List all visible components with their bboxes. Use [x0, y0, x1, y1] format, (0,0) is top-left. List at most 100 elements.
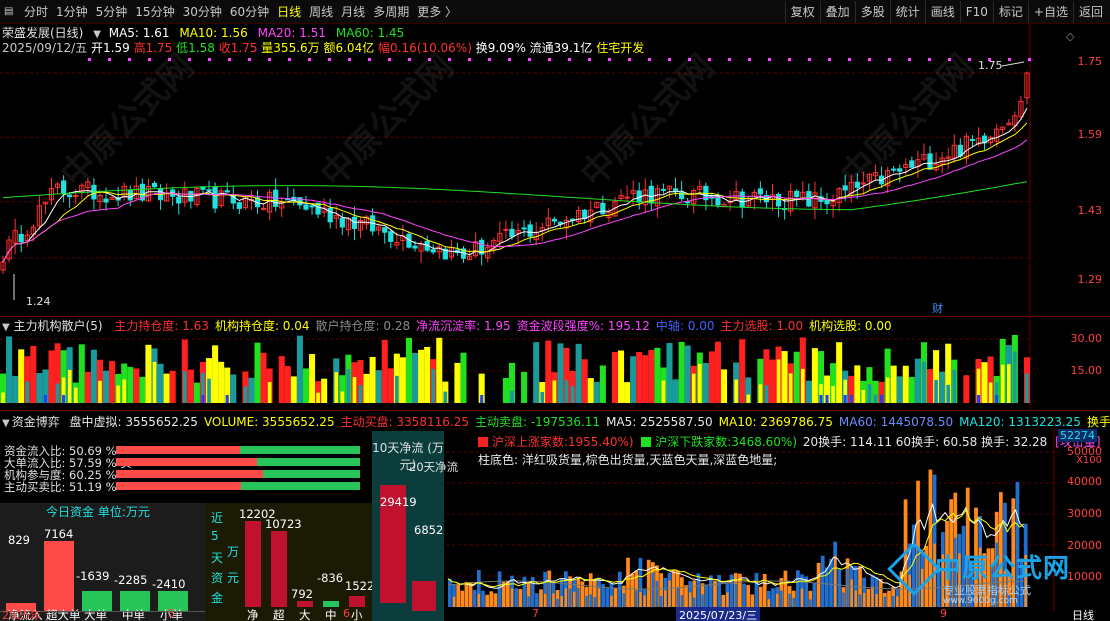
five-day-unit-char: 万	[227, 545, 240, 559]
dropdown-arrow-icon[interactable]: ▼	[93, 29, 101, 40]
signal-dot	[288, 58, 291, 61]
toolbar-button[interactable]: 复权	[784, 1, 820, 23]
volume-bar	[535, 593, 539, 607]
toolbar-button[interactable]: 多股	[854, 1, 890, 23]
toolbar-button[interactable]: 画线	[924, 1, 960, 23]
indicator-small-bar	[976, 395, 981, 403]
indicator-small-bar	[995, 395, 999, 403]
volume-bar	[887, 590, 891, 607]
volume-inner-bar	[643, 595, 646, 607]
quote-high: 高1.75	[133, 41, 173, 55]
site-logo: 中原公式网 专业股票指标公式 www.9000g.com	[887, 542, 1107, 608]
period-tab[interactable]: 周线	[305, 0, 337, 24]
candle-body	[73, 195, 79, 198]
candle-body	[527, 224, 533, 237]
period-tab[interactable]: 1分钟	[52, 0, 92, 24]
volume-bar	[758, 586, 763, 607]
period-tab[interactable]: 60分钟	[226, 0, 273, 24]
indicator-inner-bar	[1025, 373, 1029, 403]
period-tab[interactable]: 月线	[337, 0, 369, 24]
indicator-inner-bar	[443, 391, 448, 403]
volume-inner-bar	[676, 587, 679, 607]
right-toolbar-buttons: 复权 叠加 多股 统计 画线 F10 标记 +自选 返回	[784, 0, 1108, 24]
indicator-bar	[387, 368, 394, 403]
signal-dot	[388, 58, 391, 61]
volume-bar	[481, 590, 485, 607]
market-up: 沪深上涨家数:1955.40%)	[491, 435, 634, 449]
volume-inner-bar	[577, 587, 580, 607]
toolbar-button[interactable]: 返回	[1072, 1, 1108, 23]
hs-label: 换手: 32.28	[981, 435, 1048, 449]
high-marker-line	[1001, 61, 1025, 67]
indicator-inner-bar	[310, 384, 314, 403]
indicator-bar	[48, 350, 55, 403]
indicator-inner-bar	[182, 370, 187, 403]
indicator-bar	[30, 345, 37, 403]
candle-body	[351, 216, 358, 229]
period-tab[interactable]: 多周期	[369, 0, 413, 24]
layout-icon[interactable]: ▤	[4, 6, 16, 18]
signal-dot	[728, 58, 731, 61]
indicator-bar	[811, 348, 818, 403]
flow-value: MA60: 1445078.50	[838, 415, 954, 429]
indicator-inner-bar	[855, 390, 860, 403]
period-tab[interactable]: 15分钟	[131, 0, 178, 24]
volume-inner-bar	[792, 597, 795, 607]
volume-bar	[518, 589, 523, 607]
indicator-bar	[575, 343, 582, 403]
indicator-small-bar	[201, 395, 205, 403]
candle-body	[127, 189, 133, 201]
volume-inner-bar	[862, 592, 866, 607]
stock-title-row: 荣盛发展(日线) ▼ MA5: 1.61 MA10: 1.56 MA20: 1.…	[2, 26, 404, 42]
period-tab[interactable]: 分时	[20, 0, 52, 24]
indicator-inner-bar	[122, 379, 127, 403]
today-fund-value: -2285	[114, 573, 148, 587]
indicator-bar	[90, 349, 97, 403]
indicator-inner-bar	[358, 385, 363, 403]
candle-body	[794, 190, 800, 198]
signal-dot	[368, 58, 371, 61]
volume-bar	[617, 571, 622, 607]
indicator-bar	[630, 356, 637, 403]
indicator-bar	[533, 342, 540, 403]
candle-body	[824, 199, 830, 205]
toolbar-button[interactable]: F10	[959, 1, 993, 23]
signal-dot	[488, 58, 491, 61]
indicator-bar	[914, 358, 921, 403]
indicator-inner-bar	[431, 368, 436, 403]
toolbar-button[interactable]: 标记	[992, 1, 1028, 23]
signal-dot	[208, 58, 211, 61]
date-axis-label: 日线	[1072, 609, 1094, 621]
indicator-bar	[193, 382, 200, 403]
period-tab[interactable]: 30分钟	[179, 0, 226, 24]
indicator-inner-bar	[800, 368, 805, 403]
indicator-inner-bar	[661, 380, 666, 403]
volume-bar	[605, 588, 610, 607]
toolbar-button[interactable]: 统计	[889, 1, 925, 23]
indicator-bar	[260, 352, 267, 403]
dropdown-arrow-icon[interactable]: ▼	[2, 322, 10, 333]
indicator-bar	[939, 371, 946, 403]
dropdown-arrow-icon[interactable]: ▼	[2, 418, 10, 429]
volume-inner-bar	[585, 595, 588, 607]
price-chart-svg	[0, 24, 1031, 316]
five-day-fund-box: 近 5 天资金万元 12202 净 10723 超 792 大 -836 中 1522 小	[205, 503, 374, 621]
indicator-value: 资金波段强度%: 195.12	[516, 319, 650, 333]
ratio-bar	[116, 458, 360, 466]
indicator-bar	[109, 360, 116, 403]
indicator-inner-bar	[764, 385, 769, 403]
volume-inner-bar	[597, 588, 601, 607]
quote-turnover: 换9.09%	[475, 41, 526, 55]
period-tab[interactable]: 日线	[273, 0, 305, 24]
candle-body	[521, 227, 527, 230]
volume-bar	[820, 555, 825, 607]
period-tab[interactable]: 更多 〉	[413, 0, 461, 24]
period-tab[interactable]: 5分钟	[92, 0, 132, 24]
signal-dot	[168, 58, 171, 61]
toolbar-button[interactable]: +自选	[1027, 1, 1073, 23]
finance-marker[interactable]: 财	[932, 301, 943, 316]
toolbar-button[interactable]: 叠加	[819, 1, 855, 23]
date-axis: 2025年 5 6 7 2025/07/23/三 9 日线	[0, 607, 1110, 621]
indicator-inner-bar	[570, 386, 575, 403]
today-fund-value: 7164	[44, 527, 74, 541]
